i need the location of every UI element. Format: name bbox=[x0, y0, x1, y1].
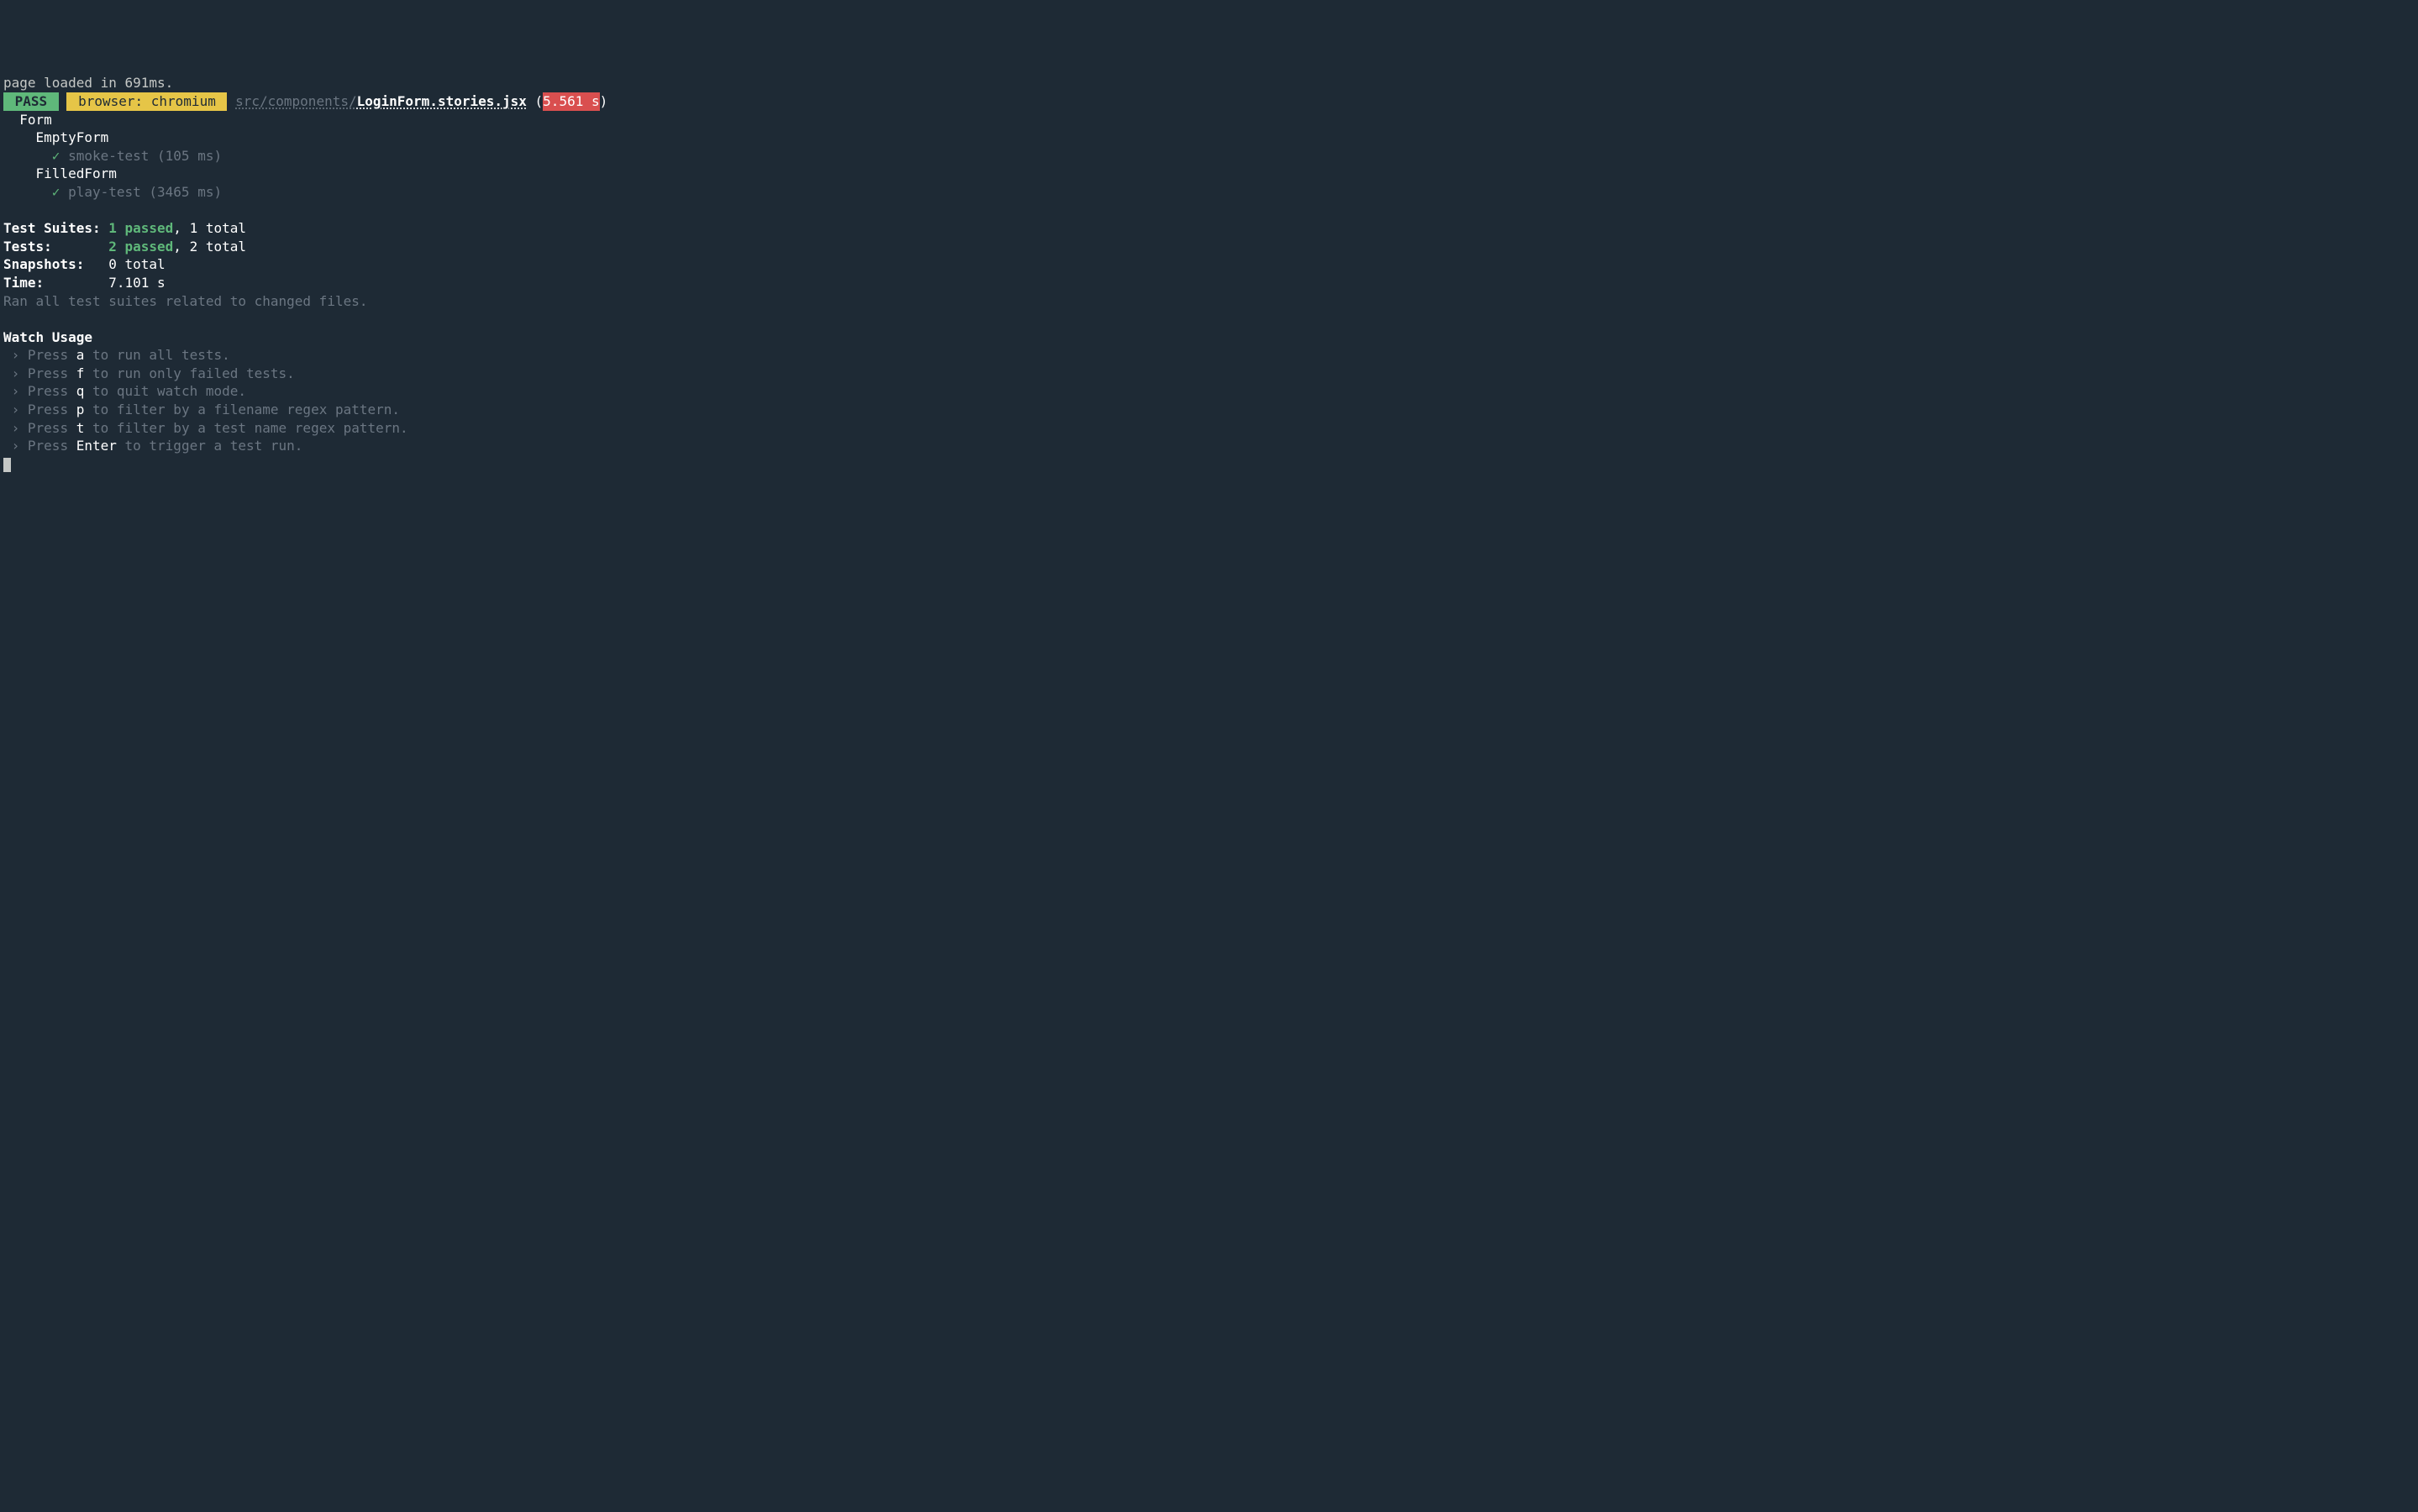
summary-tests-rest: , 2 total bbox=[173, 239, 246, 255]
watch-press: Press bbox=[28, 402, 76, 417]
preamble-text: page loaded in 691ms. bbox=[3, 75, 173, 91]
tree-group-name: FilledForm bbox=[3, 165, 2415, 183]
summary-snapshots-val: 0 total bbox=[108, 256, 165, 272]
cursor-line[interactable] bbox=[3, 455, 2415, 474]
summary-time-val: 7.101 s bbox=[108, 275, 165, 291]
summary-tests-passed: 2 passed bbox=[108, 239, 173, 255]
summary-tests-label: Tests: bbox=[3, 239, 108, 255]
tree-group-name: EmptyForm bbox=[3, 129, 2415, 147]
check-icon: ✓ bbox=[52, 148, 60, 164]
tree-test-prefix bbox=[3, 148, 52, 164]
header-line: PASS browser: chromium src/components/Lo… bbox=[3, 92, 2415, 111]
duration-badge: 5.561 s bbox=[543, 92, 599, 111]
watch-item: › Press f to run only failed tests. bbox=[3, 365, 2415, 383]
watch-rest: to filter by a test name regex pattern. bbox=[84, 420, 407, 436]
watch-rest: to run only failed tests. bbox=[84, 365, 294, 381]
tree-test-line: ✓ play-test (3465 ms) bbox=[3, 183, 2415, 202]
watch-item: › Press q to quit watch mode. bbox=[3, 382, 2415, 401]
pass-badge: PASS bbox=[3, 92, 59, 111]
watch-key: a bbox=[76, 347, 85, 363]
summary-snapshots-label: Snapshots: bbox=[3, 256, 108, 272]
watch-key: p bbox=[76, 402, 85, 417]
summary-tests-line: Tests: 2 passed, 2 total bbox=[3, 238, 2415, 256]
file-path-dir: src/components/ bbox=[235, 93, 357, 109]
watch-press: Press bbox=[28, 365, 76, 381]
watch-press: Press bbox=[28, 438, 76, 454]
preamble-line: page loaded in 691ms. bbox=[3, 74, 2415, 92]
watch-item: › Press Enter to trigger a test run. bbox=[3, 437, 2415, 455]
cursor-icon bbox=[3, 458, 11, 472]
check-icon: ✓ bbox=[52, 184, 60, 200]
watch-prefix: › bbox=[3, 420, 28, 436]
tree-root: Form bbox=[3, 111, 2415, 129]
watch-press: Press bbox=[28, 383, 76, 399]
watch-prefix: › bbox=[3, 347, 28, 363]
file-path-name: LoginForm.stories.jsx bbox=[357, 93, 527, 109]
summary-suites-label: Test Suites: bbox=[3, 220, 108, 236]
summary-suites-rest: , 1 total bbox=[173, 220, 246, 236]
watch-press: Press bbox=[28, 420, 76, 436]
paren-open: ( bbox=[527, 93, 543, 109]
summary-suites-passed: 1 passed bbox=[108, 220, 173, 236]
watch-rest: to filter by a filename regex pattern. bbox=[84, 402, 400, 417]
watch-prefix: › bbox=[3, 365, 28, 381]
summary-time-line: Time: 7.101 s bbox=[3, 274, 2415, 292]
watch-item: › Press p to filter by a filename regex … bbox=[3, 401, 2415, 419]
watch-item: › Press a to run all tests. bbox=[3, 346, 2415, 365]
blank-line bbox=[3, 310, 2415, 328]
tree-test-prefix bbox=[3, 184, 52, 200]
watch-rest: to quit watch mode. bbox=[84, 383, 246, 399]
browser-badge: browser: chromium bbox=[66, 92, 227, 111]
watch-key: q bbox=[76, 383, 85, 399]
watch-key: f bbox=[76, 365, 85, 381]
watch-press: Press bbox=[28, 347, 76, 363]
watch-rest: to trigger a test run. bbox=[117, 438, 303, 454]
summary-ran-line: Ran all test suites related to changed f… bbox=[3, 292, 2415, 311]
tree-test-text: smoke-test (105 ms) bbox=[60, 148, 222, 164]
summary-time-label: Time: bbox=[3, 275, 108, 291]
watch-key: Enter bbox=[76, 438, 117, 454]
blank-line bbox=[3, 202, 2415, 220]
watch-prefix: › bbox=[3, 402, 28, 417]
watch-heading: Watch Usage bbox=[3, 328, 2415, 347]
paren-close: ) bbox=[600, 93, 608, 109]
watch-rest: to run all tests. bbox=[84, 347, 229, 363]
tree-test-text: play-test (3465 ms) bbox=[60, 184, 222, 200]
tree-test-line: ✓ smoke-test (105 ms) bbox=[3, 147, 2415, 165]
watch-item: › Press t to filter by a test name regex… bbox=[3, 419, 2415, 438]
watch-prefix: › bbox=[3, 383, 28, 399]
watch-prefix: › bbox=[3, 438, 28, 454]
summary-snapshots-line: Snapshots: 0 total bbox=[3, 255, 2415, 274]
summary-suites-line: Test Suites: 1 passed, 1 total bbox=[3, 219, 2415, 238]
watch-key: t bbox=[76, 420, 85, 436]
